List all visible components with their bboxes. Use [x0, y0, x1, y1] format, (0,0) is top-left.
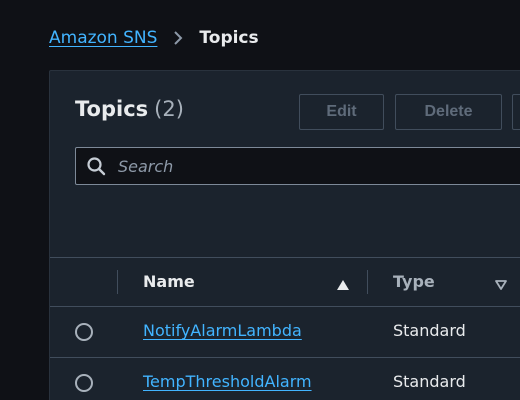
more-actions-button[interactable]	[512, 94, 520, 130]
delete-button[interactable]: Delete	[395, 94, 502, 130]
breadcrumb-link-amazon-sns[interactable]: Amazon SNS	[49, 28, 157, 48]
chevron-right-icon	[169, 29, 187, 47]
topic-name-link[interactable]: NotifyAlarmLambda	[143, 321, 302, 340]
topics-count: (2)	[154, 97, 184, 121]
table-header-row: Name Type	[50, 257, 520, 307]
column-header-type[interactable]: Type	[393, 272, 435, 291]
topic-type: Standard	[393, 321, 466, 340]
topics-table-container: Topics(2) Edit Delete Name	[49, 70, 520, 400]
caret-down-outline-icon[interactable]	[494, 276, 508, 290]
search-field[interactable]	[75, 147, 520, 185]
breadcrumb: Amazon SNS Topics	[49, 24, 259, 52]
edit-button[interactable]: Edit	[299, 94, 384, 130]
sns-topics-page: Amazon SNS Topics Topics(2) Edit Delete	[0, 0, 520, 400]
caret-up-icon[interactable]	[336, 276, 350, 290]
column-divider	[367, 270, 368, 294]
column-divider	[117, 270, 118, 294]
topics-heading: Topics	[75, 97, 149, 121]
row-select-radio[interactable]	[75, 323, 93, 341]
topics-table: Name Type NotifyAlarmLambda Standard Tem…	[50, 257, 520, 400]
table-row: TempThresholdAlarm Standard	[50, 358, 520, 400]
table-row: NotifyAlarmLambda Standard	[50, 307, 520, 358]
search-icon	[86, 156, 106, 176]
search-input[interactable]	[116, 155, 500, 177]
page-title: Topics (2)	[75, 97, 184, 121]
row-select-radio[interactable]	[75, 374, 93, 392]
topic-type: Standard	[393, 372, 466, 391]
breadcrumb-current-topics: Topics	[199, 28, 259, 48]
topic-name-link[interactable]: TempThresholdAlarm	[143, 372, 312, 391]
column-header-name[interactable]: Name	[143, 272, 195, 291]
